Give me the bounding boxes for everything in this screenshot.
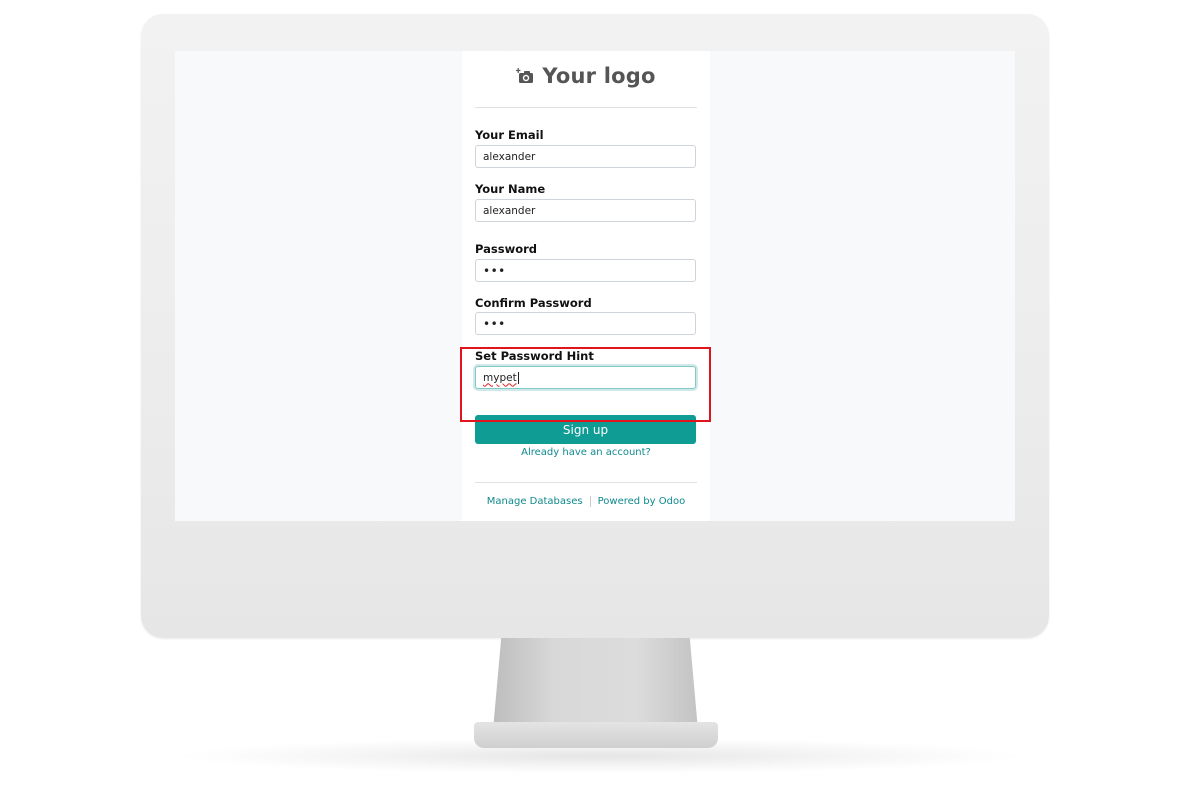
monitor-stand-neck <box>493 638 698 730</box>
camera-plus-icon <box>516 68 534 84</box>
footer-links: Manage Databases Powered by Odoo <box>462 496 710 507</box>
monitor-screen: Your logo Your Email alexander Your Name… <box>175 51 1015 521</box>
name-label: Your Name <box>475 182 546 196</box>
manage-databases-link[interactable]: Manage Databases <box>487 496 583 507</box>
password-label: Password <box>475 242 537 256</box>
name-field[interactable]: alexander <box>475 199 696 222</box>
password-field[interactable]: ••• <box>475 259 696 282</box>
confirm-password-value: ••• <box>483 316 506 331</box>
logo-text: Your logo <box>542 64 656 88</box>
footer-divider <box>475 482 697 483</box>
signup-panel: Your logo Your Email alexander Your Name… <box>462 51 710 521</box>
powered-by-odoo-link[interactable]: Powered by Odoo <box>598 496 686 507</box>
name-value: alexander <box>483 204 536 217</box>
email-label: Your Email <box>475 128 544 142</box>
logo: Your logo <box>462 61 710 91</box>
confirm-password-label: Confirm Password <box>475 296 592 310</box>
header-divider <box>475 107 697 108</box>
monitor-stand-base <box>474 722 718 748</box>
signup-button-label: Sign up <box>562 422 609 437</box>
highlight-annotation-box <box>460 347 711 422</box>
stage: Your logo Your Email alexander Your Name… <box>0 0 1200 800</box>
email-value: alexander <box>483 150 536 163</box>
already-have-account-link[interactable]: Already have an account? <box>462 447 710 458</box>
confirm-password-field[interactable]: ••• <box>475 312 696 335</box>
password-value: ••• <box>483 263 506 278</box>
email-field[interactable]: alexander <box>475 145 696 168</box>
footer-separator <box>589 496 591 507</box>
